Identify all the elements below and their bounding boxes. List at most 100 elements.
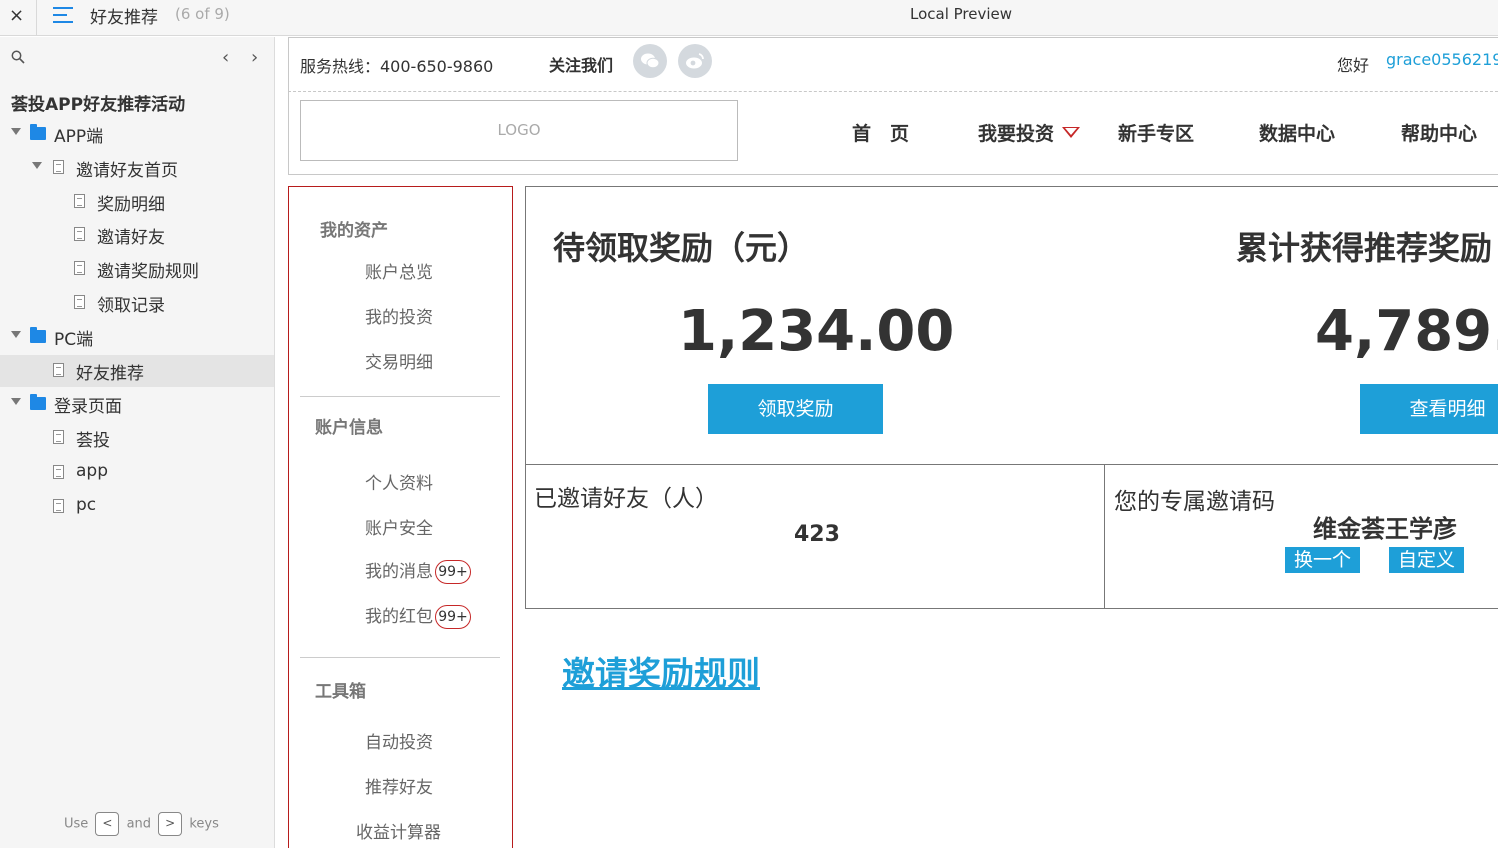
header-divider <box>288 91 1498 92</box>
nav-newbie[interactable]: 新手专区 <box>1118 119 1194 146</box>
custom-code-button[interactable]: 自定义 <box>1389 547 1464 573</box>
caret-down-icon[interactable] <box>11 128 21 135</box>
tree-page-huitou[interactable]: 荟投 <box>0 422 274 454</box>
menu-item-messages[interactable]: 我的消息 99+ <box>365 557 471 584</box>
keyboard-hint: Use < and > keys <box>64 812 219 836</box>
tree-label: 登录页面 <box>54 397 122 417</box>
menu-item-security[interactable]: 账户安全 <box>365 514 433 539</box>
tree-page-invite-rules[interactable]: 邀请奖励规则 <box>0 253 274 285</box>
username-link[interactable]: grace0556219 <box>1386 50 1498 69</box>
page-icon <box>53 499 64 513</box>
pending-reward-amount: 1,234.00 <box>678 299 955 364</box>
tree-page-pc[interactable]: pc <box>0 491 274 523</box>
menu-item-label: 我的消息 <box>365 562 433 582</box>
prototype-preview: 服务热线：400-650-9860 关注我们 您好 grace0556219 L… <box>276 37 1498 848</box>
left-key-icon: < <box>95 812 120 836</box>
tree-folder-app[interactable]: APP端 <box>0 118 274 150</box>
invite-rules-link[interactable]: 邀请奖励规则 <box>562 647 760 695</box>
page-icon <box>53 363 64 377</box>
claim-reward-button[interactable]: 领取奖励 <box>708 384 883 434</box>
tree-label: 邀请奖励规则 <box>97 262 199 282</box>
menu-section-assets: 我的资产 <box>320 221 388 241</box>
menu-section-account-info: 账户信息 <box>315 418 383 438</box>
menu-item-red-packets[interactable]: 我的红包 99+ <box>365 602 471 629</box>
invited-friends-panel: 已邀请好友（人） 423 <box>525 464 1105 609</box>
tree-label: 邀请好友首页 <box>76 161 178 181</box>
nav-help-center[interactable]: 帮助中心 <box>1401 119 1477 146</box>
menu-item-transactions[interactable]: 交易明细 <box>365 348 433 373</box>
nav-data-center[interactable]: 数据中心 <box>1259 119 1335 146</box>
top-bar: × 好友推荐 (6 of 9) Local Preview <box>0 0 1498 36</box>
search-icon[interactable] <box>11 50 25 64</box>
sitemap-sidebar: ‹ › 荟投APP好友推荐活动 APP端 邀请好友首页 奖励明细 邀请好友 邀请… <box>0 37 275 848</box>
menu-item-label: 我的红包 <box>365 607 433 627</box>
page-icon <box>53 430 64 444</box>
red-packet-count-badge: 99+ <box>435 605 471 629</box>
tree-label: PC端 <box>54 330 94 350</box>
close-icon[interactable]: × <box>9 5 24 26</box>
tree-label: 邀请好友 <box>97 228 165 248</box>
hint-text: Use <box>64 816 89 832</box>
message-count-badge: 99+ <box>435 560 471 584</box>
previous-page-icon[interactable]: ‹ <box>222 47 229 68</box>
menu-section-toolbox: 工具箱 <box>315 682 366 702</box>
hint-text: and <box>126 816 152 832</box>
nav-home[interactable]: 首 页 <box>852 119 909 146</box>
weibo-icon[interactable] <box>678 44 712 78</box>
project-title: 荟投APP好友推荐活动 <box>11 95 186 115</box>
tree-page-invite-home[interactable]: 邀请好友首页 <box>0 152 274 184</box>
tree-label: APP端 <box>54 127 104 147</box>
total-reward-title: 累计获得推荐奖励 <box>1236 229 1493 267</box>
preview-title: Local Preview <box>910 5 1013 23</box>
total-reward-amount: 4,789.00 <box>1315 299 1498 364</box>
pending-reward-title: 待领取奖励（元） <box>553 229 810 267</box>
logo-placeholder[interactable]: LOGO <box>300 100 738 161</box>
menu-divider <box>300 657 500 658</box>
wechat-icon[interactable] <box>633 44 667 78</box>
nav-invest[interactable]: 我要投资 <box>978 119 1081 146</box>
caret-down-icon[interactable] <box>11 331 21 338</box>
tree-page-app[interactable]: app <box>0 457 274 489</box>
caret-down-icon[interactable] <box>32 162 42 169</box>
nav-invest-label: 我要投资 <box>978 123 1055 145</box>
menu-item-my-investment[interactable]: 我的投资 <box>365 303 433 328</box>
tree-page-invite-friend[interactable]: 邀请好友 <box>0 219 274 251</box>
menu-item-account-overview[interactable]: 账户总览 <box>365 258 433 283</box>
folder-icon <box>30 327 46 343</box>
menu-item-profile[interactable]: 个人资料 <box>365 469 433 494</box>
right-key-icon: > <box>158 812 183 836</box>
menu-item-auto-invest[interactable]: 自动投资 <box>365 728 433 753</box>
caret-down-icon[interactable] <box>11 398 21 405</box>
tree-label: pc <box>76 495 97 515</box>
reward-summary-panel: 待领取奖励（元） 1,234.00 领取奖励 累计获得推荐奖励 4,789.00… <box>525 186 1498 465</box>
tree-folder-pc[interactable]: PC端 <box>0 321 274 353</box>
tree-page-friend-recommend[interactable]: 好友推荐 <box>0 355 274 387</box>
folder-icon <box>30 124 46 140</box>
view-detail-button[interactable]: 查看明细 <box>1360 384 1498 434</box>
tree-folder-login[interactable]: 登录页面 <box>0 388 274 420</box>
account-menu: 我的资产 账户总览 我的投资 交易明细 账户信息 个人资料 账户安全 我的消息 9… <box>288 186 513 848</box>
dropdown-triangle-icon[interactable] <box>1062 127 1081 138</box>
follow-us-label: 关注我们 <box>549 56 614 75</box>
tree-label: app <box>76 461 108 481</box>
page-icon <box>74 227 85 241</box>
menu-item-calculator[interactable]: 收益计算器 <box>356 818 441 843</box>
page-icon <box>74 261 85 275</box>
next-page-icon[interactable]: › <box>251 47 258 68</box>
page-icon <box>74 194 85 208</box>
page-icon <box>53 160 64 174</box>
invite-code-title: 您的专属邀请码 <box>1114 489 1275 515</box>
greeting: 您好 <box>1337 56 1370 75</box>
change-code-button[interactable]: 换一个 <box>1285 547 1360 573</box>
divider <box>36 0 37 36</box>
page-name: 好友推荐 <box>90 8 158 28</box>
tree-label: 荟投 <box>76 431 110 451</box>
menu-item-recommend-friend[interactable]: 推荐好友 <box>365 773 433 798</box>
tree-page-claim-record[interactable]: 领取记录 <box>0 287 274 319</box>
folder-icon <box>30 394 46 410</box>
invited-friends-count: 423 <box>794 522 840 547</box>
page-icon <box>74 295 85 309</box>
invite-code-value: 维金荟王学彦 <box>1313 515 1457 543</box>
tree-page-reward-detail[interactable]: 奖励明细 <box>0 186 274 218</box>
menu-icon[interactable] <box>53 5 75 25</box>
